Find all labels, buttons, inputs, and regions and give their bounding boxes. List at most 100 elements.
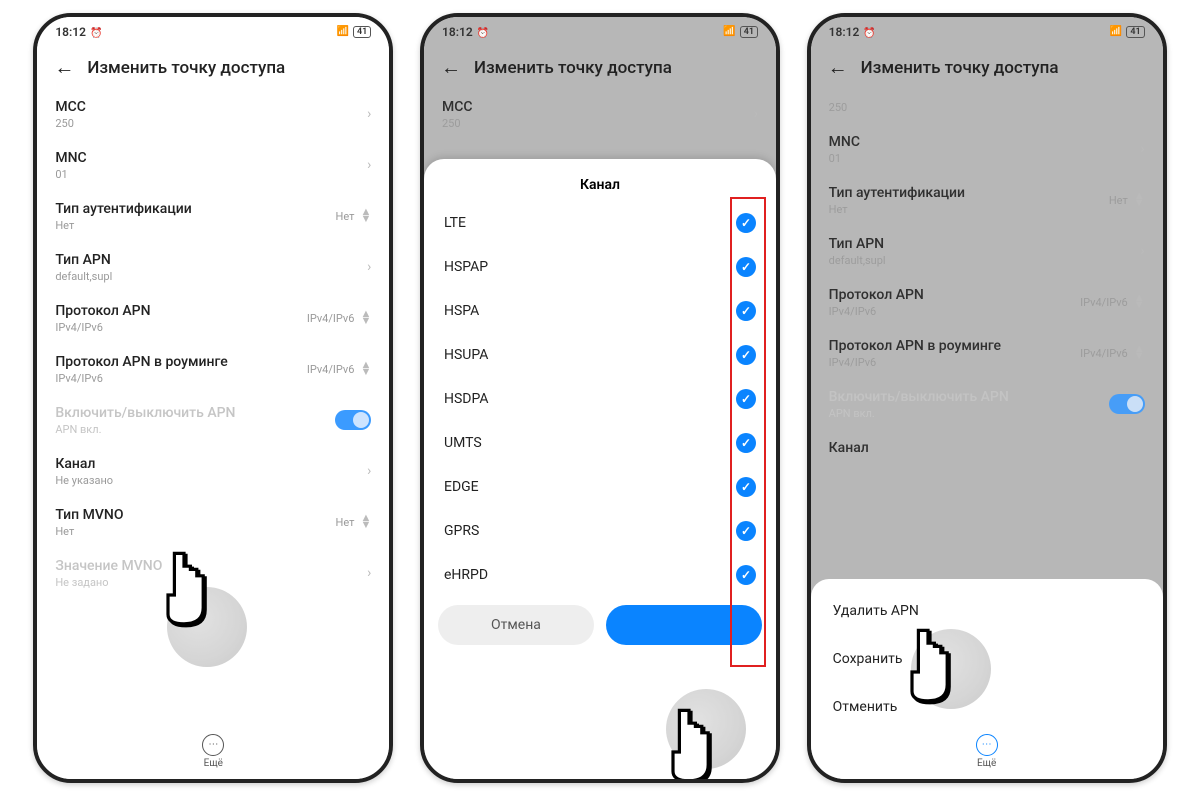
check-icon[interactable] (736, 213, 756, 233)
option-label: HSPAP (444, 259, 488, 275)
phone-3: 18:12 41 ← Изменить точку доступа 250 MN… (807, 13, 1167, 783)
alarm-icon (477, 25, 489, 39)
row-auth[interactable]: Тип аутентификацииНет Нет▲▼ (37, 191, 389, 242)
back-button[interactable]: ← (440, 57, 462, 79)
check-icon[interactable] (736, 345, 756, 365)
row-mcc: MCC250 › (424, 89, 776, 140)
bottom-bar: ⋯ Ещё (811, 734, 1163, 769)
row-apn-proto[interactable]: Протокол APNIPv4/IPv6 IPv4/IPv6▲▼ (37, 293, 389, 344)
option-label: HSUPA (444, 347, 488, 363)
check-icon[interactable] (736, 565, 756, 585)
row-mcc[interactable]: MCC250 › (37, 89, 389, 140)
status-time: 18:12 (829, 25, 860, 39)
option-label: LTE (444, 215, 466, 231)
option-label: HSPA (444, 303, 479, 319)
modal-title: Канал (438, 173, 762, 201)
sort-icon: ▲▼ (1134, 193, 1145, 206)
alarm-icon (90, 25, 102, 39)
check-icon[interactable] (736, 389, 756, 409)
signal-icon (723, 26, 735, 37)
sort-icon: ▲▼ (360, 311, 371, 324)
phone-1: 18:12 41 ← Изменить точку доступа MCC250… (33, 13, 393, 783)
chevron-right-icon: › (1140, 141, 1144, 157)
chevron-right-icon: › (754, 106, 758, 122)
sort-icon: ▲▼ (1134, 295, 1145, 308)
row-channel[interactable]: КаналНе указано › (37, 446, 389, 497)
row-apn-proto: Протокол APNIPv4/IPv6 IPv4/IPv6▲▼ (811, 277, 1163, 328)
status-time: 18:12 (442, 25, 473, 39)
sort-icon: ▲▼ (360, 209, 371, 222)
title-bar: ← Изменить точку доступа (811, 43, 1163, 89)
option-ehrpd[interactable]: eHRPD (438, 553, 762, 597)
option-hspap[interactable]: HSPAP (438, 245, 762, 289)
chevron-right-icon: › (367, 259, 371, 275)
page-title: Изменить точку доступа (87, 58, 285, 78)
channel-modal: Канал LTE HSPAP HSPA HSUPA HSDPA UMTS EDGE GPRS… (424, 159, 776, 779)
row-mnc: MNC01 › (811, 124, 1163, 175)
sort-icon: ▲▼ (360, 515, 371, 528)
bottom-bar: ⋯ Ещё (37, 734, 389, 769)
row-apn-roam[interactable]: Протокол APN в роумингеIPv4/IPv6 IPv4/IP… (37, 344, 389, 395)
back-button[interactable]: ← (827, 57, 849, 79)
more-icon[interactable]: ⋯ (976, 734, 998, 756)
row-auth: Тип аутентификацииНет Нет▲▼ (811, 175, 1163, 226)
signal-icon (337, 26, 349, 37)
row-mvno-type[interactable]: Тип MVNOНет Нет▲▼ (37, 497, 389, 548)
more-label: Ещё (204, 758, 223, 769)
status-time: 18:12 (55, 25, 86, 39)
option-gprs[interactable]: GPRS (438, 509, 762, 553)
option-label: GPRS (444, 523, 479, 539)
row-mvno-value[interactable]: Значение MVNOНе задано › (37, 548, 389, 599)
row-mnc[interactable]: MNC01 › (37, 140, 389, 191)
chevron-right-icon: › (367, 565, 371, 581)
status-bar: 18:12 41 (811, 17, 1163, 43)
row-apn-type[interactable]: Тип APNdefault,supl › (37, 242, 389, 293)
sort-icon: ▲▼ (1134, 346, 1145, 359)
cancel-button[interactable]: Отмена (438, 605, 594, 645)
ok-button[interactable] (606, 605, 762, 645)
menu-save[interactable]: Сохранить (811, 635, 1163, 683)
option-label: UMTS (444, 435, 482, 451)
check-icon[interactable] (736, 433, 756, 453)
option-label: eHRPD (444, 567, 488, 583)
more-icon[interactable]: ⋯ (202, 734, 224, 756)
status-bar: 18:12 41 (424, 17, 776, 43)
row-channel: Канал (811, 430, 1163, 466)
battery-icon: 41 (353, 26, 371, 38)
chevron-right-icon: › (1140, 243, 1144, 259)
option-label: HSDPA (444, 391, 489, 407)
apn-toggle[interactable] (335, 410, 371, 430)
check-icon[interactable] (736, 521, 756, 541)
row-apn-toggle[interactable]: Включить/выключить APNAPN вкл. (37, 395, 389, 446)
chevron-right-icon: › (367, 157, 371, 173)
row-apn-toggle: Включить/выключить APNAPN вкл. (811, 379, 1163, 430)
sort-icon: ▲▼ (360, 362, 371, 375)
check-icon[interactable] (736, 477, 756, 497)
more-label: Ещё (977, 758, 996, 769)
option-lte[interactable]: LTE (438, 201, 762, 245)
row-apn-roam: Протокол APN в роумингеIPv4/IPv6 IPv4/IP… (811, 328, 1163, 379)
back-button[interactable]: ← (53, 57, 75, 79)
page-title: Изменить точку доступа (861, 58, 1059, 78)
option-umts[interactable]: UMTS (438, 421, 762, 465)
option-hsdpa[interactable]: HSDPA (438, 377, 762, 421)
check-icon[interactable] (736, 301, 756, 321)
apn-toggle[interactable] (1109, 394, 1145, 414)
check-icon[interactable] (736, 257, 756, 277)
option-edge[interactable]: EDGE (438, 465, 762, 509)
battery-icon: 41 (740, 26, 758, 38)
option-hspa[interactable]: HSPA (438, 289, 762, 333)
menu-cancel[interactable]: Отменить (811, 683, 1163, 731)
row-apn-type: Тип APNdefault,supl › (811, 226, 1163, 277)
chevron-right-icon: › (367, 106, 371, 122)
chevron-right-icon: › (367, 463, 371, 479)
row-mcc-value-only: 250 (811, 89, 1163, 124)
title-bar: ← Изменить точку доступа (37, 43, 389, 89)
option-hsupa[interactable]: HSUPA (438, 333, 762, 377)
battery-icon: 41 (1126, 26, 1144, 38)
menu-delete-apn[interactable]: Удалить APN (811, 587, 1163, 635)
alarm-icon (863, 25, 875, 39)
page-title: Изменить точку доступа (474, 58, 672, 78)
signal-icon (1110, 26, 1122, 37)
status-bar: 18:12 41 (37, 17, 389, 43)
